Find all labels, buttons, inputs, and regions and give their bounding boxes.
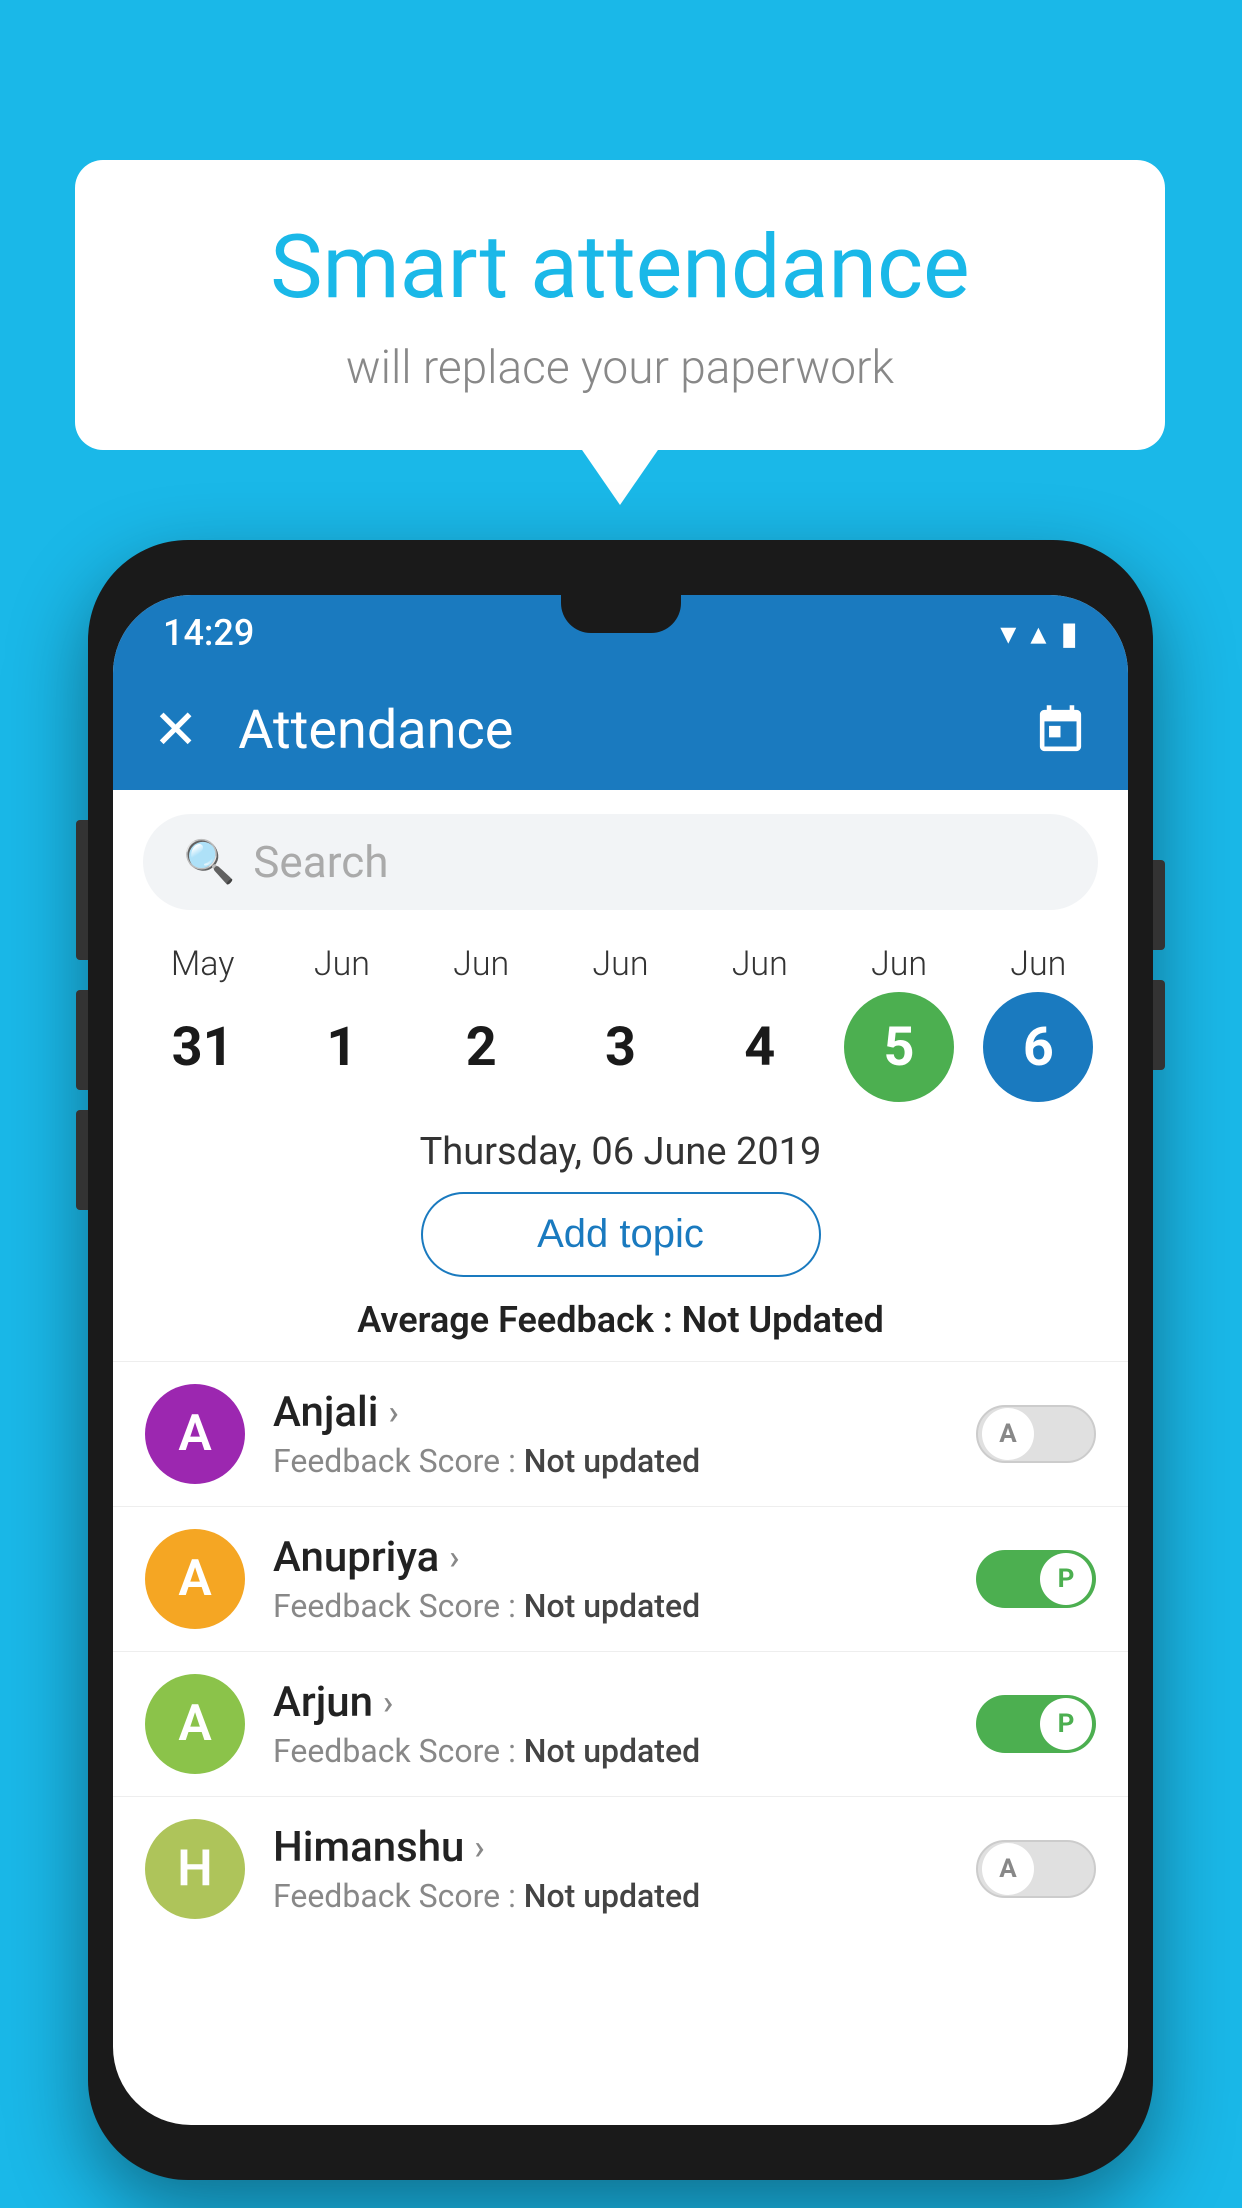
student-name-arjun: Arjun › (273, 1678, 948, 1727)
calendar-icon[interactable] (1033, 703, 1088, 758)
student-name-anjali: Anjali › (273, 1388, 948, 1437)
cal-month-0: May (171, 944, 235, 984)
cal-day-1[interactable]: 1 (287, 992, 397, 1102)
student-list: A Anjali › Feedback Score : Not updated … (113, 1361, 1128, 1941)
cal-day-6[interactable]: 6 (983, 992, 1093, 1102)
student-item-himanshu[interactable]: H Himanshu › Feedback Score : Not update… (113, 1796, 1128, 1941)
student-name-himanshu: Himanshu › (273, 1823, 948, 1872)
cal-item-jun1[interactable]: Jun 1 (287, 944, 397, 1102)
chevron-icon-himanshu: › (474, 1828, 484, 1868)
battery-icon: ▮ (1060, 614, 1078, 652)
student-item-anupriya[interactable]: A Anupriya › Feedback Score : Not update… (113, 1506, 1128, 1651)
cal-item-jun3[interactable]: Jun 3 (565, 944, 675, 1102)
student-info-anjali: Anjali › Feedback Score : Not updated (273, 1388, 948, 1480)
search-icon: 🔍 (183, 838, 235, 887)
student-feedback-anupriya: Feedback Score : Not updated (273, 1587, 948, 1625)
student-name-anupriya: Anupriya › (273, 1533, 948, 1582)
toggle-anjali[interactable]: A (976, 1405, 1096, 1463)
close-button[interactable]: ✕ (153, 698, 198, 762)
volume-up-button (76, 820, 88, 960)
bubble-subtitle: will replace your paperwork (125, 341, 1115, 395)
cal-month-6: Jun (1010, 944, 1066, 984)
avatar-arjun: A (145, 1674, 245, 1774)
student-item-arjun[interactable]: A Arjun › Feedback Score : Not updated P (113, 1651, 1128, 1796)
student-info-himanshu: Himanshu › Feedback Score : Not updated (273, 1823, 948, 1915)
avatar-anupriya: A (145, 1529, 245, 1629)
signal-icon: ▴ (1030, 614, 1046, 652)
toggle-himanshu[interactable]: A (976, 1840, 1096, 1898)
power-button-2 (1153, 980, 1165, 1070)
cal-day-3[interactable]: 3 (565, 992, 675, 1102)
toggle-knob-arjun: P (1040, 1698, 1092, 1750)
notch (561, 595, 681, 633)
cal-month-4: Jun (732, 944, 788, 984)
volume-down-button (76, 990, 88, 1090)
student-feedback-anjali: Feedback Score : Not updated (273, 1442, 948, 1480)
cal-day-4[interactable]: 4 (705, 992, 815, 1102)
cal-item-jun4[interactable]: Jun 4 (705, 944, 815, 1102)
app-bar: ✕ Attendance (113, 670, 1128, 790)
power-button (1153, 860, 1165, 950)
toggle-knob-himanshu: A (982, 1843, 1034, 1895)
cal-month-5: Jun (871, 944, 927, 984)
search-bar[interactable]: 🔍 Search (143, 814, 1098, 910)
cal-item-jun5[interactable]: Jun 5 (844, 944, 954, 1102)
wifi-icon: ▾ (1000, 614, 1016, 652)
add-topic-button[interactable]: Add topic (421, 1192, 821, 1277)
selected-date: Thursday, 06 June 2019 (113, 1130, 1128, 1174)
chevron-icon-anupriya: › (449, 1538, 459, 1578)
avatar-himanshu: H (145, 1819, 245, 1919)
speech-bubble: Smart attendance will replace your paper… (75, 160, 1165, 450)
status-icons: ▾ ▴ ▮ (1000, 614, 1078, 652)
cal-day-5[interactable]: 5 (844, 992, 954, 1102)
silent-button (76, 1110, 88, 1210)
toggle-knob-anupriya: P (1040, 1553, 1092, 1605)
avg-feedback: Average Feedback : Not Updated (113, 1299, 1128, 1341)
toggle-arjun[interactable]: P (976, 1695, 1096, 1753)
calendar-row: May 31 Jun 1 Jun 2 Jun 3 Jun 4 Jun 5 (113, 934, 1128, 1102)
toggle-anupriya[interactable]: P (976, 1550, 1096, 1608)
cal-day-0[interactable]: 31 (148, 992, 258, 1102)
status-time: 14:29 (163, 612, 254, 654)
phone-screen: 14:29 ▾ ▴ ▮ ✕ Attendance 🔍 Search May 31 (113, 595, 1128, 2125)
phone-frame: 14:29 ▾ ▴ ▮ ✕ Attendance 🔍 Search May 31 (88, 540, 1153, 2180)
student-feedback-himanshu: Feedback Score : Not updated (273, 1877, 948, 1915)
cal-item-jun6[interactable]: Jun 6 (983, 944, 1093, 1102)
app-bar-title: Attendance (238, 699, 1033, 762)
search-input[interactable]: Search (253, 836, 388, 888)
chevron-icon-anjali: › (388, 1393, 398, 1433)
avatar-anjali: A (145, 1384, 245, 1484)
cal-item-may31[interactable]: May 31 (148, 944, 258, 1102)
chevron-icon-arjun: › (383, 1683, 393, 1723)
student-feedback-arjun: Feedback Score : Not updated (273, 1732, 948, 1770)
student-info-anupriya: Anupriya › Feedback Score : Not updated (273, 1533, 948, 1625)
cal-month-2: Jun (453, 944, 509, 984)
cal-day-2[interactable]: 2 (426, 992, 536, 1102)
avg-feedback-value: Not Updated (682, 1299, 884, 1341)
cal-item-jun2[interactable]: Jun 2 (426, 944, 536, 1102)
cal-month-3: Jun (592, 944, 648, 984)
cal-month-1: Jun (314, 944, 370, 984)
toggle-knob-anjali: A (982, 1408, 1034, 1460)
bubble-title: Smart attendance (125, 220, 1115, 317)
avg-feedback-label: Average Feedback : (357, 1299, 681, 1341)
student-info-arjun: Arjun › Feedback Score : Not updated (273, 1678, 948, 1770)
student-item-anjali[interactable]: A Anjali › Feedback Score : Not updated … (113, 1361, 1128, 1506)
